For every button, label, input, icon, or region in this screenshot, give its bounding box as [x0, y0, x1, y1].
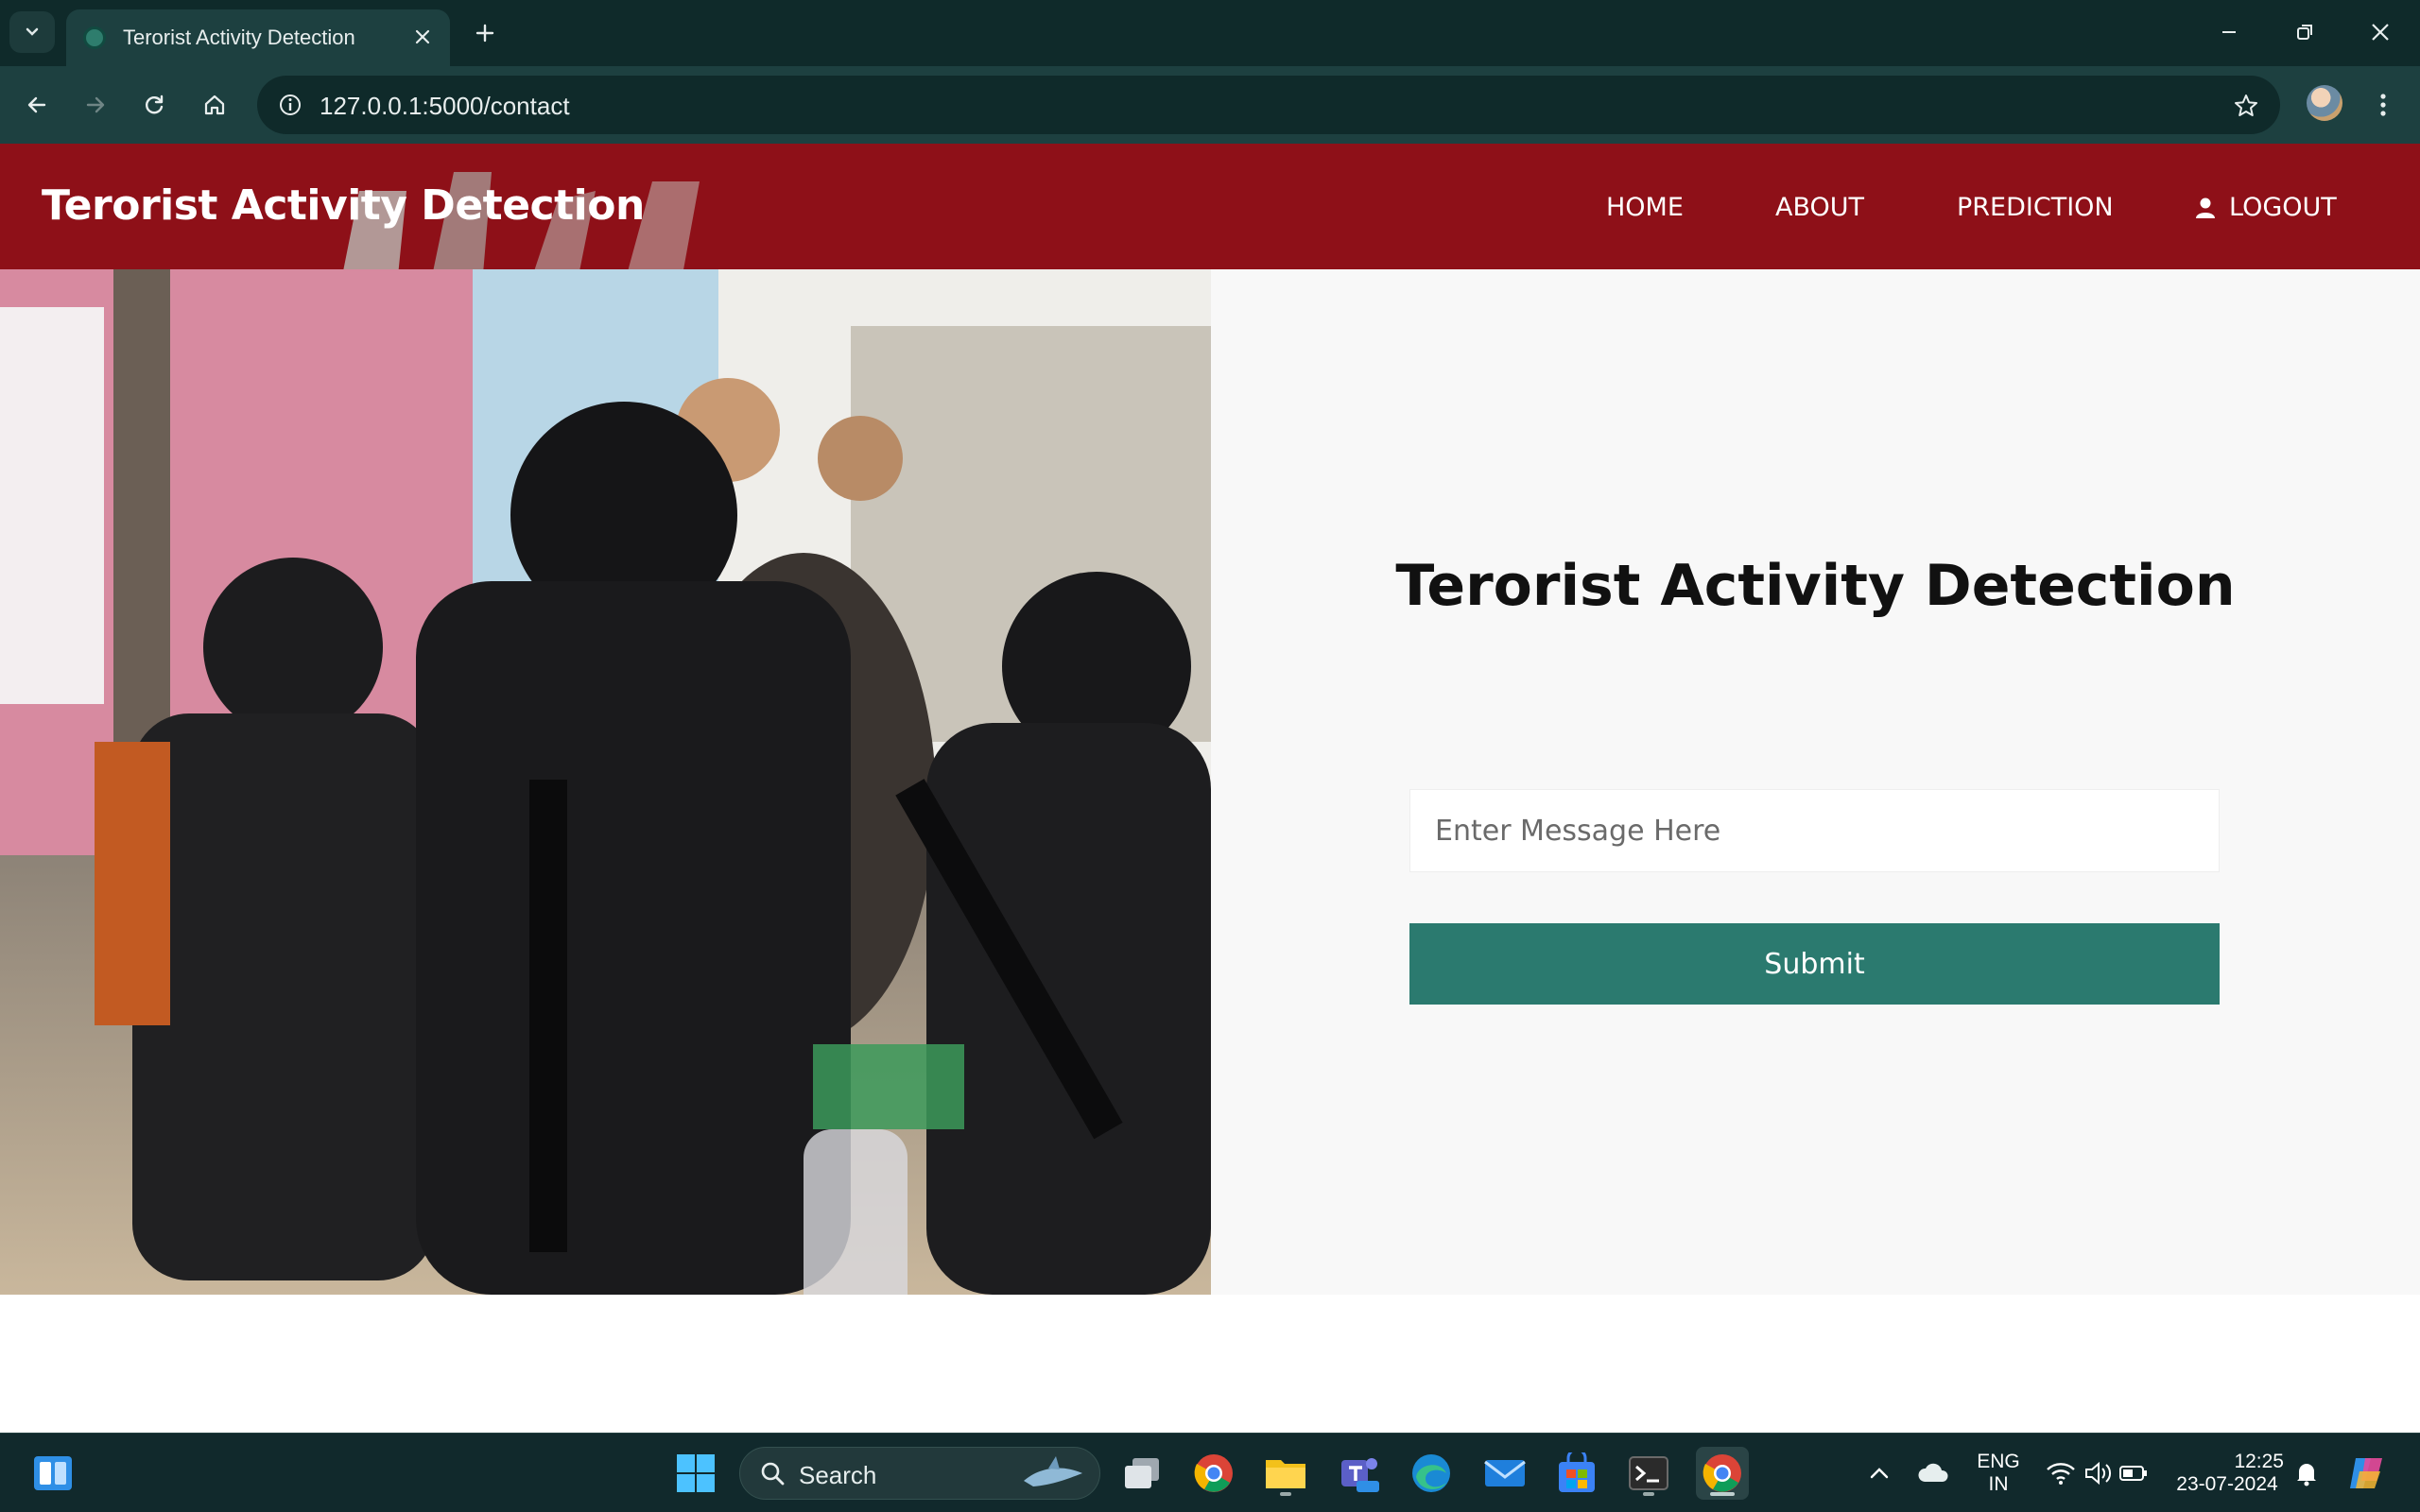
nav-prediction-link[interactable]: PREDICTION — [1957, 193, 2114, 222]
restore-icon — [2297, 25, 2312, 40]
submit-button[interactable]: Submit — [1409, 923, 2220, 1005]
bell-icon — [2297, 1464, 2316, 1486]
plus-icon — [475, 24, 494, 43]
wifi-icon — [2047, 1463, 2075, 1485]
minimize-window-button[interactable] — [2201, 8, 2257, 57]
chevron-down-icon — [26, 27, 39, 36]
address-bar[interactable]: 127.0.0.1:5000/contact — [257, 76, 2280, 134]
chrome-icon — [1194, 1454, 1233, 1492]
shark-search-highlight-icon — [1024, 1456, 1082, 1486]
task-view-button[interactable] — [1115, 1447, 1168, 1500]
back-button[interactable] — [15, 83, 59, 127]
chevron-up-icon — [1870, 1468, 1889, 1479]
battery-icon — [2119, 1466, 2147, 1481]
language-line-2: IN — [1988, 1473, 2009, 1495]
browser-tab-bar: Terorist Activity Detection — [0, 0, 2420, 66]
file-explorer-button[interactable] — [1259, 1447, 1312, 1500]
store-button[interactable] — [1550, 1447, 1603, 1500]
copilot-icon — [2350, 1458, 2382, 1488]
bookmark-button[interactable] — [2227, 87, 2265, 125]
info-icon — [280, 94, 301, 115]
browser-tab[interactable]: Terorist Activity Detection — [66, 9, 450, 66]
taskbar-search-label: Search — [799, 1461, 877, 1489]
input-language-button[interactable]: ENG IN — [1968, 1447, 2029, 1500]
url-text: 127.0.0.1:5000/contact — [320, 92, 570, 120]
teams-button[interactable] — [1333, 1447, 1386, 1500]
clock-date: 23-07-2024 — [2176, 1473, 2278, 1495]
onedrive-button[interactable] — [1911, 1447, 1955, 1500]
profile-avatar[interactable] — [2307, 85, 2342, 121]
reload-icon — [146, 94, 164, 114]
site-brand[interactable]: Terorist Activity Detection — [42, 181, 645, 230]
armed-police-photo-icon — [0, 269, 1211, 1295]
chrome-icon — [1703, 1454, 1741, 1492]
windows-taskbar: Search ENG IN 12:25 23-07-2024 — [0, 1433, 2420, 1512]
tab-close-button[interactable] — [408, 23, 437, 51]
search-icon — [761, 1462, 785, 1486]
arrow-left-icon — [27, 96, 46, 113]
site-favicon-icon — [83, 26, 106, 49]
nav-about-link[interactable]: ABOUT — [1775, 193, 1864, 222]
home-button[interactable] — [193, 83, 236, 127]
nav-home-link[interactable]: HOME — [1606, 193, 1684, 222]
quick-settings-button[interactable] — [2040, 1447, 2153, 1500]
chrome-taskbar-icon[interactable] — [1187, 1447, 1240, 1500]
browser-menu-button[interactable] — [2363, 83, 2403, 127]
mail-icon — [1484, 1460, 1526, 1486]
close-icon — [2372, 24, 2389, 41]
tab-title: Terorist Activity Detection — [123, 26, 355, 49]
copilot-button[interactable] — [2341, 1447, 2394, 1500]
site-info-button[interactable] — [270, 85, 310, 125]
tab-search-dropdown-button[interactable] — [9, 11, 55, 53]
star-icon — [2235, 94, 2257, 116]
nav-logout-link[interactable]: LOGOUT — [2195, 193, 2337, 222]
task-view-icon — [1125, 1458, 1159, 1488]
folder-icon — [1266, 1460, 1305, 1488]
browser-toolbar: 127.0.0.1:5000/contact — [0, 66, 2420, 144]
show-hidden-icons-button[interactable] — [1860, 1447, 1898, 1500]
edge-button[interactable] — [1405, 1447, 1458, 1500]
mail-button[interactable] — [1478, 1447, 1531, 1500]
widgets-icon — [34, 1456, 72, 1490]
more-vertical-icon — [2380, 94, 2386, 116]
teams-icon — [1341, 1458, 1379, 1492]
volume-icon — [2085, 1461, 2112, 1486]
terminal-button[interactable] — [1622, 1447, 1675, 1500]
widgets-button[interactable] — [26, 1447, 79, 1500]
site-navbar: Terorist Activity Detection HOME ABOUT P… — [0, 144, 2420, 269]
running-indicator — [1643, 1492, 1654, 1496]
nav-logout-label: LOGOUT — [2229, 193, 2337, 222]
close-window-button[interactable] — [2352, 8, 2409, 57]
restore-window-button[interactable] — [2276, 8, 2333, 57]
start-button[interactable] — [669, 1447, 722, 1500]
active-indicator — [1710, 1492, 1735, 1496]
store-icon — [1559, 1452, 1595, 1492]
language-line-1: ENG — [1977, 1451, 2020, 1472]
clock-time: 12:25 — [2234, 1451, 2284, 1472]
minimize-icon — [2222, 31, 2236, 33]
edge-icon — [1412, 1454, 1450, 1492]
hero-image — [0, 269, 1211, 1295]
message-input[interactable] — [1409, 789, 2220, 872]
cloud-icon — [1918, 1463, 1948, 1482]
forward-button[interactable] — [74, 83, 117, 127]
user-icon — [2196, 198, 2215, 218]
contact-form-panel: Terorist Activity Detection Submit — [1211, 269, 2420, 1295]
windows-logo-icon — [677, 1454, 715, 1492]
form-title: Terorist Activity Detection — [1395, 553, 2236, 619]
terminal-icon — [1629, 1456, 1668, 1490]
clock-button[interactable]: 12:25 23-07-2024 — [2170, 1447, 2284, 1500]
reload-button[interactable] — [132, 83, 176, 127]
web-page: Terorist Activity Detection HOME ABOUT P… — [0, 144, 2420, 1433]
home-icon — [204, 94, 225, 115]
close-icon — [415, 29, 430, 44]
running-indicator — [1280, 1492, 1291, 1496]
arrow-right-icon — [86, 96, 105, 113]
new-tab-button[interactable] — [467, 15, 503, 51]
notifications-button[interactable] — [2288, 1447, 2325, 1500]
chrome-active-taskbar-icon[interactable] — [1696, 1447, 1749, 1500]
taskbar-search-box[interactable]: Search — [739, 1447, 1100, 1500]
